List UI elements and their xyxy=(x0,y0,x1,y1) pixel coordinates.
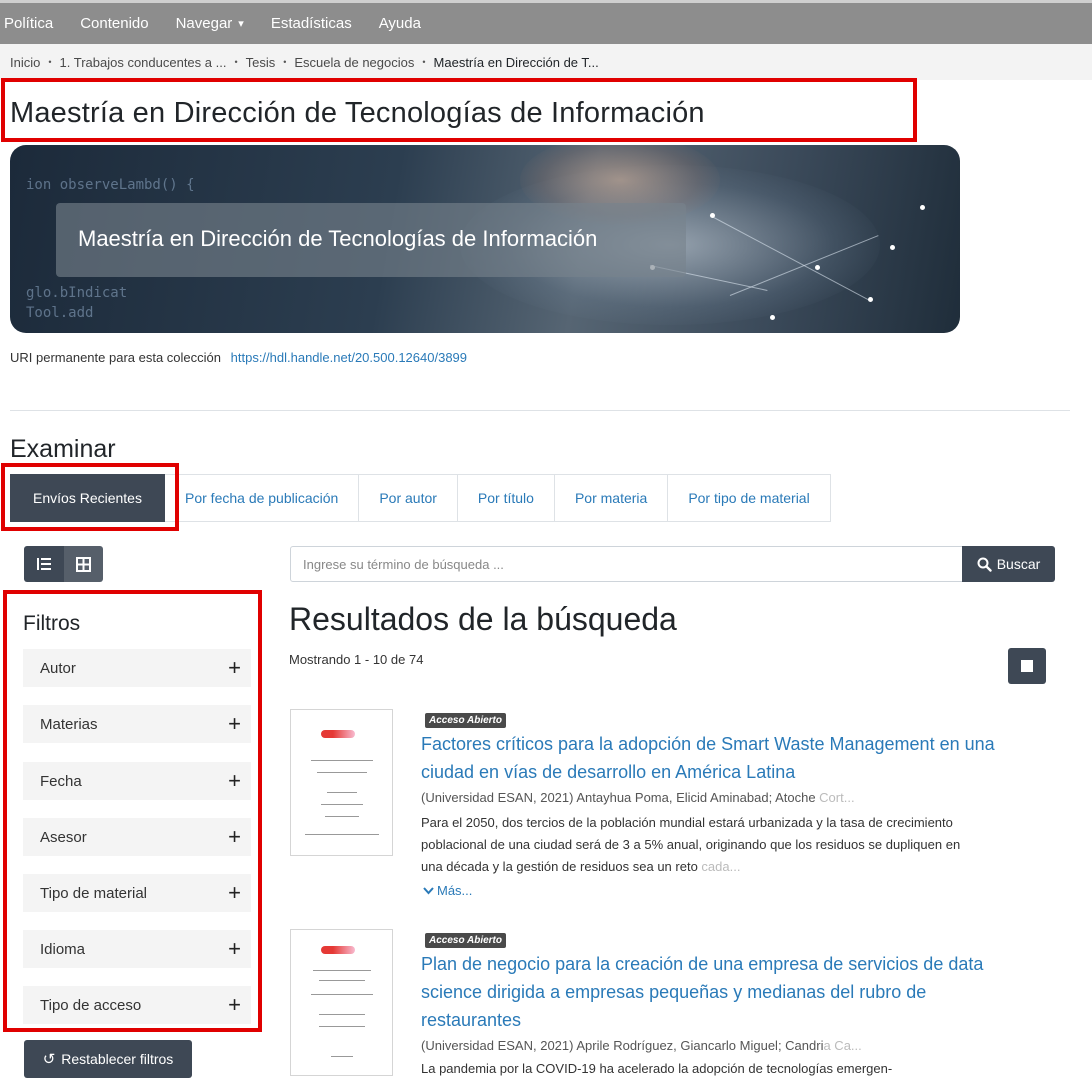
result-meta-text: (Universidad ESAN, 2021) Antayhua Poma, … xyxy=(421,790,820,805)
open-access-badge: Acceso Abierto xyxy=(425,713,506,728)
chevron-down-icon: ▾ xyxy=(238,18,244,30)
result-more-label: Más... xyxy=(437,883,473,898)
search-button-label: Buscar xyxy=(996,556,1041,572)
uri-link[interactable]: https://hdl.handle.net/20.500.12640/3899 xyxy=(231,350,467,365)
result-abstract-fade: cada... xyxy=(701,859,741,874)
breadcrumb-trabajos[interactable]: 1. Trabajos conducentes a ... xyxy=(60,55,227,70)
grid-view-button[interactable] xyxy=(63,546,103,582)
banner-network-dot xyxy=(815,265,820,270)
result-abstract: Para el 2050, dos tercios de la població… xyxy=(421,812,969,878)
nav-estadisticas[interactable]: Estadísticas xyxy=(271,15,352,32)
reset-icon: ↺ xyxy=(42,1051,56,1068)
tab-by-material-type[interactable]: Por tipo de material xyxy=(668,474,831,522)
thumbnail-text-line xyxy=(321,804,363,805)
highlight-box-filters xyxy=(3,590,262,1032)
breadcrumb-tesis[interactable]: Tesis xyxy=(246,55,276,70)
result-meta-fade: a Ca... xyxy=(823,1038,862,1053)
breadcrumb-escuela[interactable]: Escuela de negocios xyxy=(294,55,414,70)
result-title-link[interactable]: Factores críticos para la adopción de Sm… xyxy=(421,730,1001,786)
breadcrumb: Inicio • 1. Trabajos conducentes a ... •… xyxy=(0,44,1092,80)
results-settings-button[interactable] xyxy=(1008,648,1046,684)
thumbnail-text-line xyxy=(327,792,357,793)
list-view-icon xyxy=(36,558,51,570)
browse-title: Examinar xyxy=(10,435,116,463)
result-meta-text: (Universidad ESAN, 2021) Aprile Rodrígue… xyxy=(421,1038,824,1053)
result-more-link[interactable]: Más... xyxy=(423,883,472,898)
banner-code-text: ion observeLambd() { xyxy=(26,177,195,193)
top-navbar: Política Contenido Navegar ▾ Estadística… xyxy=(0,0,1092,44)
result-meta: (Universidad ESAN, 2021) Antayhua Poma, … xyxy=(421,790,941,805)
chevron-down-icon xyxy=(423,887,434,895)
result-thumbnail[interactable] xyxy=(290,929,393,1076)
thumbnail-text-line xyxy=(305,834,379,835)
thumbnail-text-line xyxy=(317,772,367,773)
tab-by-author[interactable]: Por autor xyxy=(359,474,458,522)
square-icon xyxy=(1021,660,1033,672)
banner-network-dot xyxy=(770,315,775,320)
thumbnail-text-line xyxy=(331,1056,353,1057)
banner-code-text: Tool.add xyxy=(26,305,94,321)
collection-banner: ion observeLambd() { glo.bIndicat Tool.a… xyxy=(10,145,960,333)
banner-network-dot xyxy=(890,245,895,250)
search-button[interactable]: Buscar xyxy=(962,546,1055,582)
highlight-box-title xyxy=(1,78,917,142)
breadcrumb-separator: • xyxy=(422,57,426,67)
nav-ayuda[interactable]: Ayuda xyxy=(379,15,421,32)
list-view-button[interactable] xyxy=(24,546,64,582)
banner-network-dot xyxy=(920,205,925,210)
banner-caption: Maestría en Dirección de Tecnologías de … xyxy=(78,226,598,251)
results-title: Resultados de la búsqueda xyxy=(289,601,677,637)
search-icon xyxy=(977,557,992,572)
thumbnail-text-line xyxy=(319,1026,365,1027)
nav-politica[interactable]: Política xyxy=(4,15,53,32)
reset-filters-button[interactable]: ↺ Restablecer filtros xyxy=(24,1040,192,1078)
banner-network-dot xyxy=(710,213,715,218)
thumbnail-text-line xyxy=(311,994,373,995)
tab-by-date[interactable]: Por fecha de publicación xyxy=(165,474,360,522)
search-input[interactable] xyxy=(290,546,963,582)
highlight-box-tab xyxy=(1,463,179,531)
open-access-badge: Acceso Abierto xyxy=(425,933,506,948)
tab-by-title[interactable]: Por título xyxy=(457,474,555,522)
breadcrumb-separator: • xyxy=(48,57,52,67)
nav-navegar[interactable]: Navegar ▾ xyxy=(176,15,244,32)
breadcrumb-current: Maestría en Dirección de T... xyxy=(433,54,599,70)
nav-contenido[interactable]: Contenido xyxy=(80,15,148,32)
result-abstract-text: Para el 2050, dos tercios de la població… xyxy=(421,815,961,874)
thumbnail-text-line xyxy=(325,816,359,817)
breadcrumb-separator: • xyxy=(283,57,287,67)
banner-code-text: glo.bIndicat xyxy=(26,285,128,301)
university-logo-icon xyxy=(321,946,355,954)
banner-network-dot xyxy=(868,297,873,302)
breadcrumb-inicio[interactable]: Inicio xyxy=(10,55,40,70)
view-mode-toggle xyxy=(24,546,103,582)
thumbnail-text-line xyxy=(319,1014,365,1015)
divider xyxy=(10,410,1070,411)
result-thumbnail[interactable] xyxy=(290,709,393,856)
result-abstract-text: La pandemia por la COVID-19 ha acelerado… xyxy=(421,1061,893,1076)
permanent-uri-row: URI permanente para esta colección https… xyxy=(10,350,467,365)
thumbnail-text-line xyxy=(311,760,373,761)
results-count: Mostrando 1 - 10 de 74 xyxy=(289,652,424,667)
thumbnail-text-line xyxy=(319,980,365,981)
result-meta-fade: Cort... xyxy=(819,790,855,805)
result-abstract: La pandemia por la COVID-19 ha acelerado… xyxy=(421,1058,969,1080)
grid-view-icon xyxy=(75,556,91,572)
thumbnail-text-line xyxy=(313,970,371,971)
uri-label: URI permanente para esta colección xyxy=(10,350,222,365)
tab-by-subject[interactable]: Por materia xyxy=(554,474,669,522)
reset-filters-label: Restablecer filtros xyxy=(61,1051,174,1067)
result-meta: (Universidad ESAN, 2021) Aprile Rodrígue… xyxy=(421,1038,941,1053)
result-title-link[interactable]: Plan de negocio para la creación de una … xyxy=(421,950,1001,1034)
university-logo-icon xyxy=(321,730,355,738)
nav-navegar-label: Navegar xyxy=(175,15,233,32)
breadcrumb-separator: • xyxy=(234,57,238,67)
